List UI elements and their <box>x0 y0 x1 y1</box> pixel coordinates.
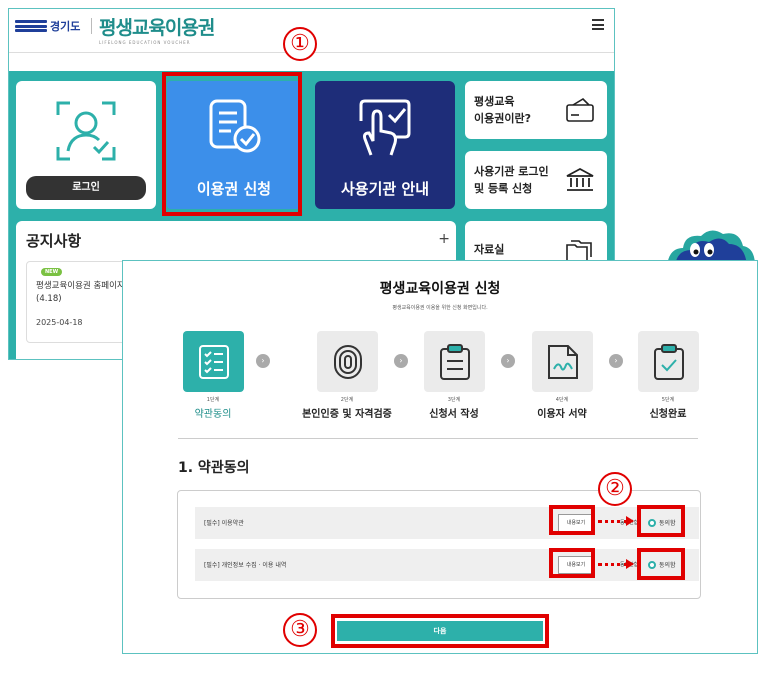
view-terms-button[interactable]: 내용보기 <box>558 514 594 532</box>
terms-section-title: 1. 약관동의 <box>178 460 250 476</box>
fingerprint-icon <box>333 345 362 379</box>
step-4-number: 4단계 <box>555 397 569 403</box>
notice-title: 공지사항 <box>26 232 82 250</box>
agree-label: 동의함 <box>659 520 676 527</box>
step-5: 5단계 신청완료 <box>623 331 713 420</box>
application-subtitle: 평생교육이용권 이용을 위한 신청 화면입니다. <box>392 305 488 311</box>
application-form-icon <box>209 99 261 153</box>
step-3-icon-box <box>423 331 485 392</box>
annotation-number-3: ③ <box>283 613 317 647</box>
step-4: 4단계 이용자 서약 <box>517 331 607 420</box>
step-5-label: 신청완료 <box>649 409 687 420</box>
step-1-icon-box <box>182 331 244 392</box>
complete-icon <box>653 344 684 380</box>
step-2: 2단계 본인인증 및 자격검증 <box>287 331 407 420</box>
step-1-number: 1단계 <box>206 397 220 403</box>
agree-radio[interactable]: 동의함 <box>648 518 676 527</box>
card-payment-icon <box>566 97 594 122</box>
form-icon <box>439 344 470 380</box>
arrow-head-icon <box>626 516 634 526</box>
hamburger-menu-icon[interactable] <box>592 19 604 30</box>
brand-title: 평생교육이용권 <box>99 17 215 39</box>
step-4-label: 이용자 서약 <box>537 409 587 420</box>
step-arrow-icon: › <box>394 354 408 368</box>
notice-item-date: 2025-04-18 <box>36 318 83 327</box>
logo-divider <box>91 18 93 34</box>
gyeonggi-mark-icon <box>15 20 47 32</box>
annotation-number-2: ② <box>598 472 632 506</box>
voucher-apply-label: 이용권 신청 <box>196 180 272 198</box>
step-arrow-icon: › <box>256 354 270 368</box>
gyeonggi-logo[interactable]: 경기도 <box>15 18 102 34</box>
application-window: 평생교육이용권 신청 평생교육이용권 이용을 위한 신청 화면입니다. 1단계 … <box>122 260 758 654</box>
gyeonggi-logo-text: 경기도 <box>50 20 81 33</box>
annotation-arrow-1 <box>598 520 628 523</box>
term-label: [필수] 이용약관 <box>204 520 244 527</box>
application-title: 평생교육이용권 신청 <box>379 281 501 297</box>
step-3-number: 3단계 <box>447 397 461 403</box>
term-row-usage: [필수] 이용약관 내용보기 동의안함 동의함 <box>195 507 699 539</box>
institution-building-icon <box>566 167 594 191</box>
face-recognition-icon <box>56 101 116 161</box>
step-2-label: 본인인증 및 자격검증 <box>302 409 392 420</box>
what-is-voucher-tile[interactable]: 평생교육 이용권이란? <box>465 81 607 139</box>
institution-register-label: 사용기관 로그인 및 등록 신청 <box>474 165 549 195</box>
annotation-arrow-2 <box>598 563 628 566</box>
step-arrow-icon: › <box>609 354 623 368</box>
institution-guide-tile[interactable]: 사용기관 안내 <box>315 81 455 209</box>
what-is-voucher-label: 평생교육 이용권이란? <box>474 95 531 125</box>
voucher-apply-tile[interactable]: 이용권 신청 <box>167 81 301 209</box>
data-room-label: 자료실 <box>474 243 505 256</box>
step-5-number: 5단계 <box>661 397 675 403</box>
screenshot-root: 경기도 평생교육이용권 LIFELONG EDUCATION VOUCHER 로… <box>0 0 773 675</box>
agree-radio[interactable]: 동의함 <box>648 560 676 569</box>
institution-register-tile[interactable]: 사용기관 로그인 및 등록 신청 <box>465 151 607 209</box>
touch-checklist-icon <box>359 99 411 156</box>
institution-guide-label: 사용기관 안내 <box>340 180 430 198</box>
step-1: 1단계 약관동의 <box>168 331 258 420</box>
login-tile[interactable]: 로그인 <box>16 81 156 209</box>
signature-icon <box>547 345 578 379</box>
new-badge: NEW <box>41 268 63 276</box>
step-3-label: 신청서 작성 <box>429 409 479 420</box>
agree-label: 동의함 <box>659 562 676 569</box>
step-5-icon-box <box>637 331 699 392</box>
step-2-number: 2단계 <box>340 397 354 403</box>
terms-box: [필수] 이용약관 내용보기 동의안함 동의함 [필수] 개인정보 수집 · 이… <box>177 490 701 599</box>
brand-subtitle: LIFELONG EDUCATION VOUCHER <box>99 40 191 45</box>
next-button[interactable]: 다음 <box>337 621 543 641</box>
step-3: 3단계 신청서 작성 <box>409 331 499 420</box>
step-4-icon-box <box>531 331 593 392</box>
notice-more-icon[interactable]: + <box>438 231 450 247</box>
step-arrow-icon: › <box>501 354 515 368</box>
radio-selected-icon <box>648 560 656 569</box>
arrow-head-icon <box>626 559 634 569</box>
annotation-number-1: ① <box>283 27 317 61</box>
checklist-icon <box>198 345 229 379</box>
term-label: [필수] 개인정보 수집 · 이용 내역 <box>204 562 287 569</box>
view-terms-button[interactable]: 내용보기 <box>558 556 594 574</box>
login-button[interactable]: 로그인 <box>26 176 146 200</box>
section-divider <box>178 438 698 439</box>
radio-selected-icon <box>648 518 656 527</box>
step-1-label: 약관동의 <box>194 409 232 420</box>
brand-logo[interactable]: 평생교육이용권 LIFELONG EDUCATION VOUCHER <box>99 13 215 45</box>
step-2-icon-box <box>316 331 378 392</box>
